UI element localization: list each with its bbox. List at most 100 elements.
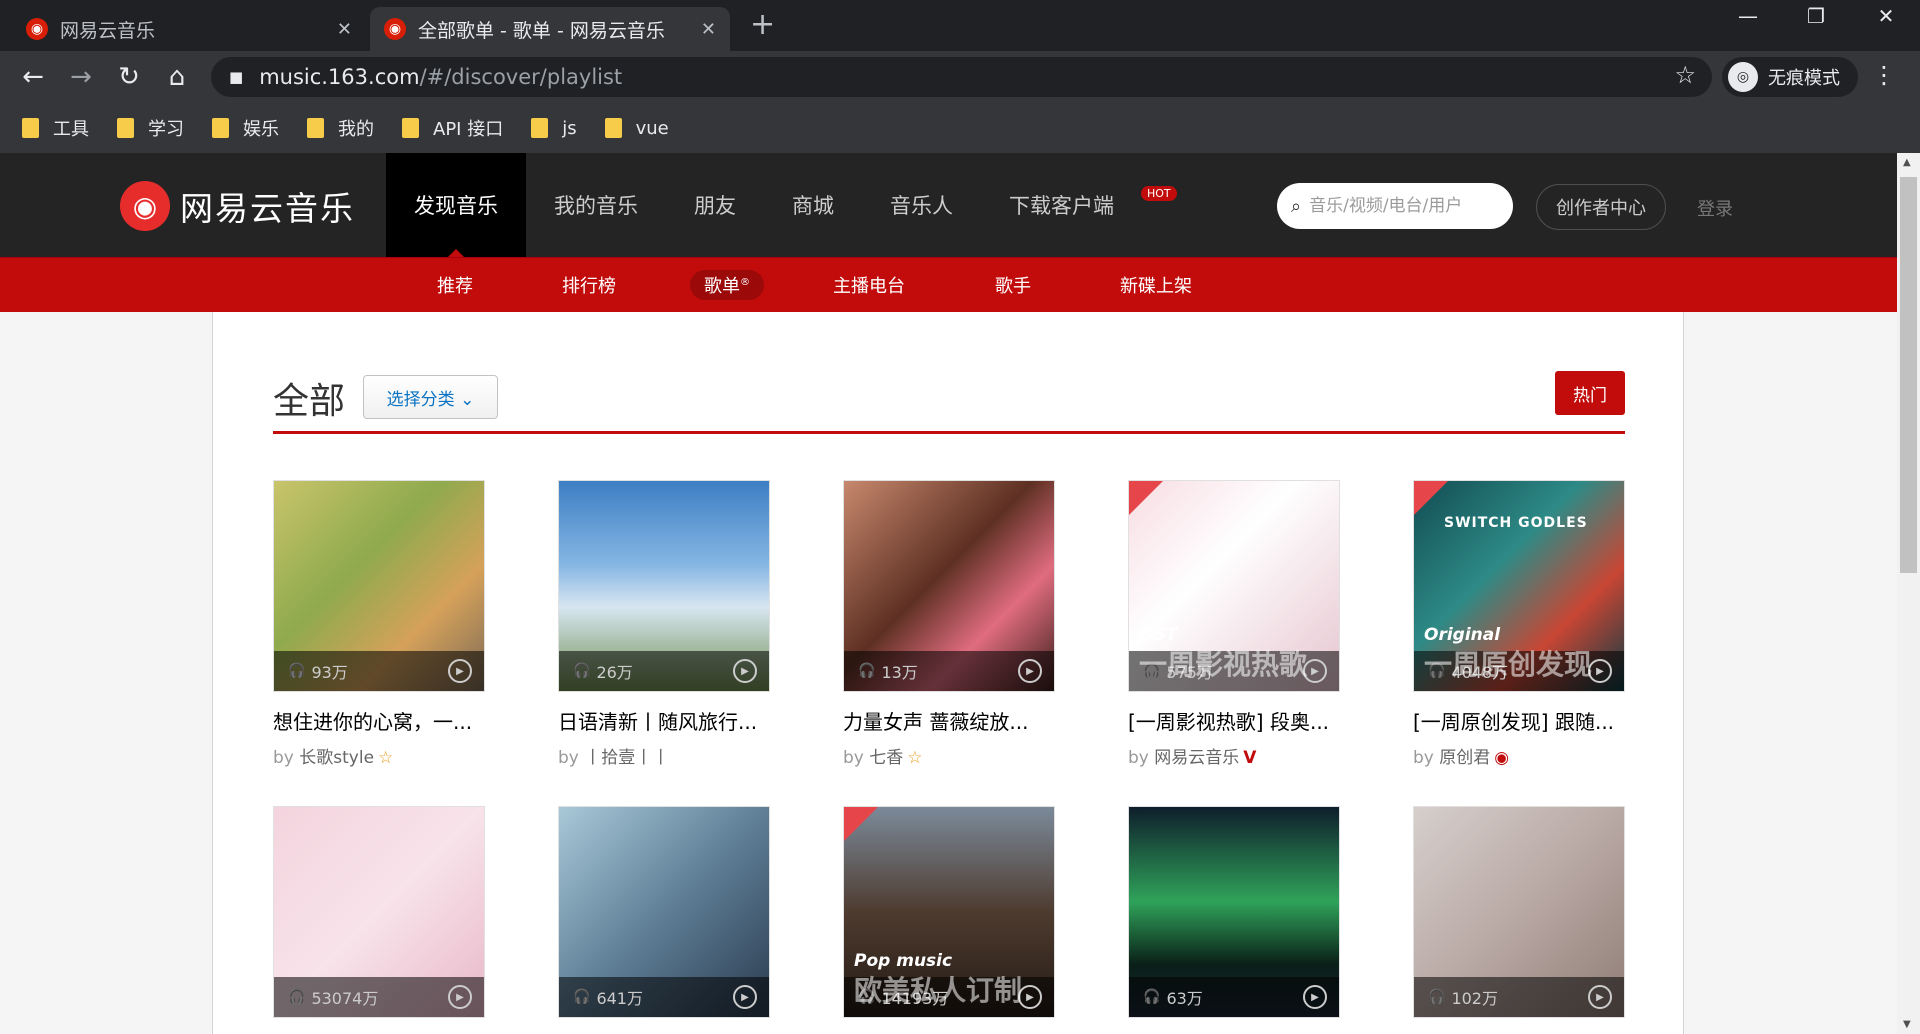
bookmark-folder[interactable]: vue	[604, 118, 669, 139]
back-icon[interactable]: ←	[16, 61, 50, 95]
playlist-card[interactable]: 🎧 26万 ▶ 日语清新丨随风旅行... by 丨拾壹丨丨	[558, 480, 770, 768]
bookmark-folder[interactable]: 工具	[22, 115, 89, 141]
playlist-author: by 丨拾壹丨丨	[558, 748, 670, 768]
subnav-radio[interactable]: 主播电台	[833, 272, 905, 298]
playlist-title[interactable]: [一周影视热歌] 段奥...	[1128, 706, 1340, 735]
playlist-card[interactable]: OST 🎧 575万 ▶ 一周影视热歌 [一周影视热歌] 段奥... by 网易云音…	[1128, 480, 1340, 768]
playlist-cover[interactable]: 🎧 26万 ▶	[558, 480, 770, 692]
subnav-charts[interactable]: 排行榜	[562, 272, 616, 298]
playlist-author: by 长歌style ☆	[273, 748, 394, 768]
url-text: music.163.com/#/discover/playlist	[259, 65, 623, 89]
playlist-card[interactable]: 🎧 63万 ▶	[1128, 806, 1340, 1018]
forward-icon[interactable]: →	[64, 61, 98, 95]
nav-musician[interactable]: 音乐人	[862, 153, 981, 257]
headphones-icon: 🎧	[288, 663, 306, 679]
minimize-icon[interactable]: —	[1718, 4, 1778, 28]
window-close-icon[interactable]: ✕	[1856, 4, 1916, 28]
page-scrollbar[interactable]: ▲ ▼	[1897, 153, 1920, 1034]
category-select-button[interactable]: 选择分类 ⌄	[363, 375, 498, 419]
verified-icon: V	[1243, 748, 1257, 768]
cover-caption: OST	[1139, 625, 1178, 645]
playlist-content: 全部 选择分类 ⌄ 热门 🎧 93万 ▶ 想住进你的心窝，一... by 长歌sty…	[212, 312, 1684, 1034]
scrollbar-thumb[interactable]	[1900, 177, 1917, 573]
nav-store[interactable]: 商城	[764, 153, 862, 257]
play-count-bar: 🎧 93万 ▶	[274, 651, 484, 691]
playlist-title[interactable]: 日语清新丨随风旅行...	[558, 706, 770, 735]
playlist-title[interactable]: [一周原创发现] 跟随...	[1413, 706, 1625, 735]
tab-title: 网易云音乐	[60, 19, 156, 42]
playlist-cover[interactable]: 🎧 641万 ▶	[558, 806, 770, 1018]
sub-nav: 推荐 排行榜 歌单® 主播电台 歌手 新碟上架	[0, 257, 1920, 312]
play-icon[interactable]: ▶	[448, 985, 472, 1009]
creator-center-button[interactable]: 创作者中心	[1536, 184, 1666, 230]
playlist-cover[interactable]: 🎧 63万 ▶	[1128, 806, 1340, 1018]
address-bar[interactable]: ■ music.163.com/#/discover/playlist ☆	[211, 57, 1712, 97]
scroll-up-icon[interactable]: ▲	[1903, 157, 1911, 168]
play-icon[interactable]: ▶	[1018, 659, 1042, 683]
playlist-title[interactable]: 力量女声 蔷薇绽放...	[843, 706, 1055, 735]
headphones-icon: 🎧	[858, 663, 876, 679]
playlist-author: by 七香 ☆	[843, 748, 923, 768]
home-icon[interactable]: ⌂	[160, 61, 194, 95]
nav-discover[interactable]: 发现音乐	[386, 153, 526, 257]
bookmark-folder[interactable]: API 接口	[402, 115, 503, 141]
reload-icon[interactable]: ↻	[112, 61, 146, 95]
subnav-playlists[interactable]: 歌单®	[690, 270, 764, 300]
restore-icon[interactable]: ❐	[1786, 4, 1846, 28]
browser-tab-2[interactable]: ◉ 全部歌单 - 歌单 - 网易云音乐 ✕	[370, 7, 730, 51]
playlist-cover[interactable]: 🎧 53074万 ▶	[273, 806, 485, 1018]
bookmark-folder[interactable]: 娱乐	[212, 115, 279, 141]
search-input[interactable]	[1309, 196, 1490, 216]
playlist-cover[interactable]: OST 🎧 575万 ▶ 一周影视热歌	[1128, 480, 1340, 692]
subnav-new-albums[interactable]: 新碟上架	[1120, 272, 1192, 298]
browser-tab-1[interactable]: ◉ 网易云音乐 ✕	[12, 7, 366, 51]
playlist-cover[interactable]: 🎧 13万 ▶	[843, 480, 1055, 692]
nav-download[interactable]: 下载客户端	[981, 153, 1142, 257]
subnav-artists[interactable]: 歌手	[995, 272, 1031, 298]
play-icon[interactable]: ▶	[448, 659, 472, 683]
playlist-cover[interactable]: 🎧 93万 ▶	[273, 480, 485, 692]
playlist-card[interactable]: 🎧 53074万 ▶	[273, 806, 485, 1018]
folder-icon	[212, 118, 229, 138]
nav-my-music[interactable]: 我的音乐	[526, 153, 666, 257]
playlist-card[interactable]: Pop music 🎧 14193万 ▶ 欧美私人订制	[843, 806, 1055, 1018]
menu-kebab-icon[interactable]: ⋮	[1872, 61, 1896, 89]
scroll-down-icon[interactable]: ▼	[1903, 1019, 1911, 1030]
playlist-cover[interactable]: Pop music 🎧 14193万 ▶ 欧美私人订制	[843, 806, 1055, 1018]
play-count-bar: 🎧 641万 ▶	[559, 977, 769, 1017]
headphones-icon: 🎧	[1428, 989, 1446, 1005]
site-search[interactable]: ⌕	[1277, 183, 1513, 229]
playlist-card[interactable]: SWITCH GODLES Original 🎧 4048万 ▶ 一周原创发现 [一…	[1413, 480, 1625, 768]
close-icon[interactable]: ✕	[337, 19, 352, 40]
subnav-recommend[interactable]: 推荐	[437, 272, 473, 298]
play-icon[interactable]: ▶	[1588, 985, 1612, 1009]
play-icon[interactable]: ▶	[733, 985, 757, 1009]
nav-friends[interactable]: 朋友	[666, 153, 764, 257]
bookmark-folder[interactable]: 我的	[307, 115, 374, 141]
cover-caption: Pop music	[854, 951, 953, 971]
bookmark-star-icon[interactable]: ☆	[1674, 61, 1696, 89]
site-logo[interactable]: ◉ 网易云音乐	[120, 181, 355, 231]
playlist-card[interactable]: 🎧 641万 ▶	[558, 806, 770, 1018]
playlist-cover[interactable]: 🎧 102万 ▶	[1413, 806, 1625, 1018]
playlist-card[interactable]: 🎧 93万 ▶ 想住进你的心窝，一... by 长歌style ☆	[273, 480, 485, 768]
playlist-title[interactable]: 想住进你的心窝，一...	[273, 706, 485, 735]
new-tab-icon[interactable]: +	[750, 10, 775, 40]
star-icon: ☆	[378, 748, 394, 768]
folder-icon	[117, 118, 134, 138]
playlist-card[interactable]: 🎧 102万 ▶	[1413, 806, 1625, 1018]
folder-icon	[307, 118, 324, 138]
bookmark-folder[interactable]: js	[531, 118, 577, 139]
divider	[273, 431, 1625, 434]
hot-sort-button[interactable]: 热门	[1555, 371, 1625, 415]
close-icon[interactable]: ✕	[701, 19, 716, 40]
tab-title: 全部歌单 - 歌单 - 网易云音乐	[418, 19, 665, 42]
login-link[interactable]: 登录	[1697, 195, 1733, 221]
play-icon[interactable]: ▶	[733, 659, 757, 683]
incognito-indicator[interactable]: ◎ 无痕模式	[1722, 57, 1858, 97]
playlist-card[interactable]: 🎧 13万 ▶ 力量女声 蔷薇绽放... by 七香 ☆	[843, 480, 1055, 768]
bookmark-folder[interactable]: 学习	[117, 115, 184, 141]
netease-logo-icon: ◉	[120, 181, 170, 231]
play-icon[interactable]: ▶	[1303, 985, 1327, 1009]
playlist-cover[interactable]: SWITCH GODLES Original 🎧 4048万 ▶ 一周原创发现	[1413, 480, 1625, 692]
